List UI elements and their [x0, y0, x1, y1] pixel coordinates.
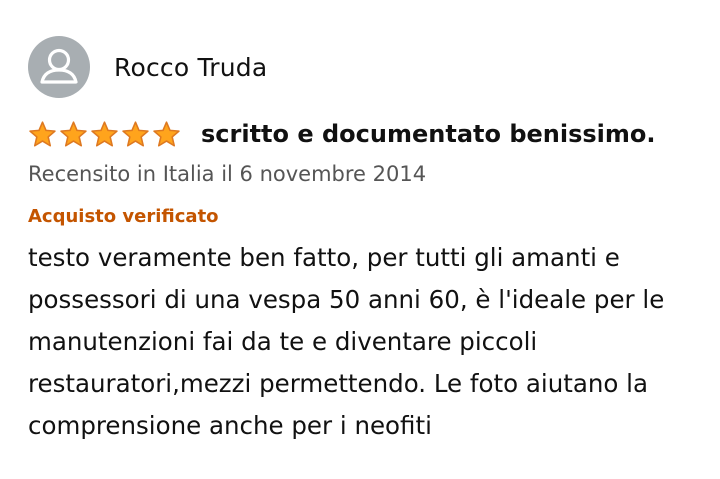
user-avatar-icon[interactable]	[28, 36, 90, 98]
star-icon	[121, 120, 150, 149]
star-icon	[90, 120, 119, 149]
verified-purchase-badge[interactable]: Acquisto verificato	[28, 206, 708, 227]
star-rating[interactable]	[28, 120, 181, 149]
reviewer-name[interactable]: Rocco Truda	[114, 53, 267, 82]
star-icon	[59, 120, 88, 149]
review-title[interactable]: scritto e documentato benissimo.	[201, 120, 656, 148]
rating-and-title: scritto e documentato benissimo.	[28, 116, 708, 152]
reviewer-profile[interactable]: Rocco Truda	[28, 36, 708, 98]
star-icon	[152, 120, 181, 149]
review-body: testo veramente ben fatto, per tutti gli…	[28, 243, 665, 440]
review-date: Recensito in Italia il 6 novembre 2014	[28, 162, 427, 186]
review-card: Rocco Truda scritto e documentato beniss…	[28, 36, 708, 447]
star-icon	[28, 120, 57, 149]
